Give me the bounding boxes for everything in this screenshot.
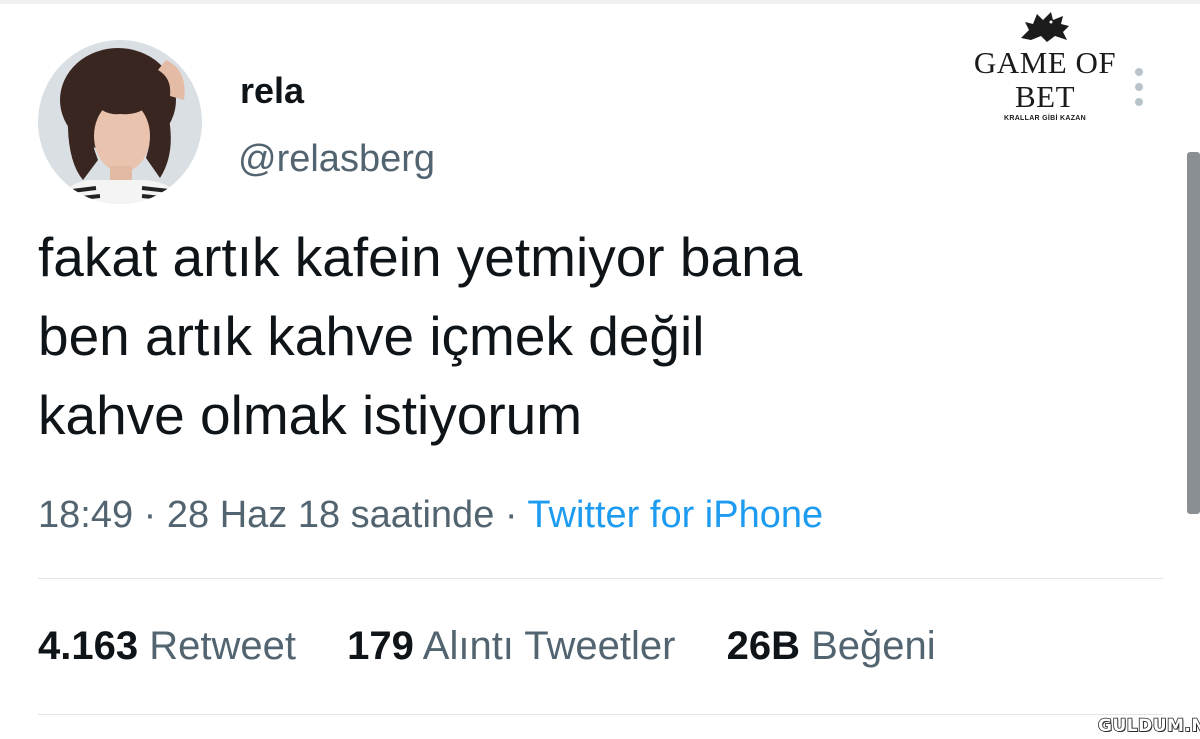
tweet-date[interactable]: 28 Haz 18 saatinde	[167, 494, 494, 536]
tweet-time[interactable]: 18:49	[38, 494, 133, 536]
username-handle[interactable]: @relasberg	[238, 138, 435, 181]
tweet-meta: 18:49 · 28 Haz 18 saatinde · Twitter for…	[38, 494, 823, 537]
divider	[38, 714, 1163, 715]
retweet-count[interactable]: 4.163 Retweet	[38, 624, 296, 669]
brand-name: GAME OF BET	[973, 45, 1117, 114]
brand-tagline: KRALLAR GİBİ KAZAN	[1003, 115, 1086, 122]
game-of-bet-watermark: GAME OF BET KRALLAR GİBİ KAZAN	[955, 8, 1135, 122]
scrollbar-thumb[interactable]	[1187, 152, 1200, 514]
retweet-label: Retweet	[149, 624, 296, 668]
more-vertical-icon[interactable]	[1130, 66, 1150, 112]
quote-label: Alıntı Tweetler	[422, 624, 676, 668]
like-label: Beğeni	[811, 624, 936, 668]
divider	[38, 578, 1163, 579]
quote-tweet-count[interactable]: 179 Alıntı Tweetler	[347, 624, 675, 669]
meta-separator: ·	[133, 494, 167, 536]
like-number: 26B	[726, 624, 800, 668]
avatar[interactable]	[38, 40, 202, 204]
tweet-source-link[interactable]: Twitter for iPhone	[527, 494, 823, 536]
wolf-icon	[1021, 12, 1069, 42]
tweet-text-line: fakat artık kafein yetmiyor bana	[38, 226, 803, 288]
top-border	[0, 0, 1200, 4]
site-watermark: GULDUM.NET	[1097, 715, 1200, 737]
quote-number: 179	[347, 624, 414, 668]
meta-separator: ·	[494, 494, 528, 536]
display-name[interactable]: rela	[240, 70, 304, 112]
like-count[interactable]: 26B Beğeni	[727, 624, 936, 669]
tweet-stats: 4.163 Retweet 179 Alıntı Tweetler 26B Be…	[38, 624, 936, 669]
tweet-text: fakat artık kafein yetmiyor bana ben art…	[38, 218, 1138, 455]
retweet-number: 4.163	[38, 624, 139, 668]
tweet-text-line: ben artık kahve içmek değil	[38, 305, 705, 367]
tweet-text-line: kahve olmak istiyorum	[38, 384, 583, 446]
